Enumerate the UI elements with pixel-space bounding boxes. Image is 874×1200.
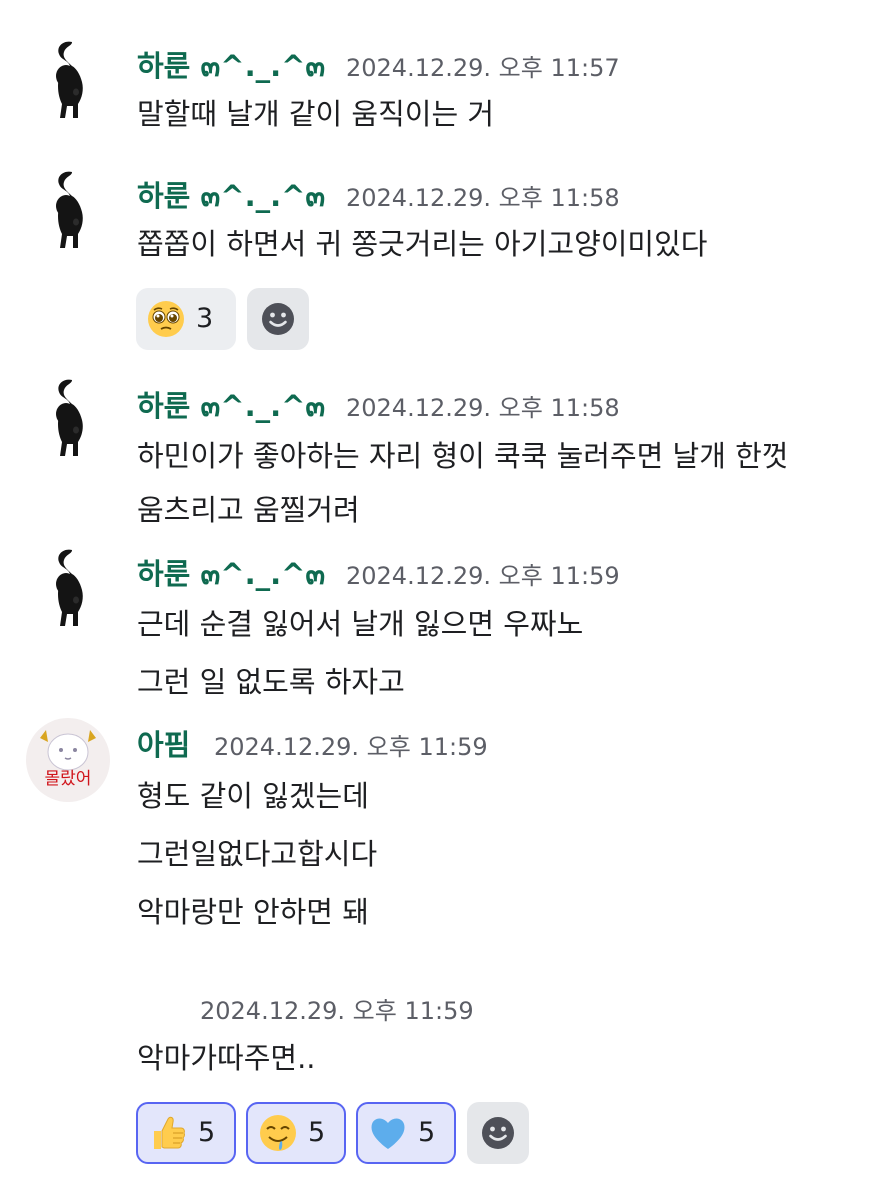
thumbs-up-icon bbox=[154, 1116, 185, 1149]
message-text: 근데 순결 잃어서 날개 잃으면 우짜노 bbox=[137, 607, 584, 641]
drooling-face-icon bbox=[260, 1115, 296, 1151]
message-timestamp: 2024.12.29. 오후 11:59 bbox=[214, 733, 488, 761]
message-timestamp: 2024.12.29. 오후 11:59 bbox=[200, 997, 474, 1025]
reaction-count: 5 bbox=[198, 1117, 216, 1148]
reaction-count: 3 bbox=[196, 303, 214, 334]
message-text: 하민이가 좋아하는 자리 형이 쿡쿡 눌러주면 날개 한껏 bbox=[137, 439, 789, 473]
author-name[interactable]: 하룬 ๓^._.^๓ bbox=[137, 556, 325, 592]
message-timestamp: 2024.12.29. 오후 11:58 bbox=[346, 184, 620, 212]
avatar[interactable] bbox=[26, 376, 110, 460]
message-timestamp: 2024.12.29. 오후 11:57 bbox=[346, 54, 620, 82]
reaction-drooling-face[interactable]: 5 bbox=[246, 1102, 346, 1164]
author-name[interactable]: 하룬 ๓^._.^๓ bbox=[137, 388, 325, 424]
message-text: 그런 일 없도록 하자고 bbox=[137, 665, 405, 699]
message-text: 쫍쫍이 하면서 귀 쫑긋거리는 아기고양이미있다 bbox=[137, 227, 708, 261]
reaction-count: 5 bbox=[418, 1117, 436, 1148]
add-reaction-button[interactable] bbox=[467, 1102, 529, 1164]
author-name[interactable]: 하룬 ๓^._.^๓ bbox=[137, 48, 325, 84]
black-cat-avatar-icon bbox=[56, 41, 83, 119]
pleading-face-icon bbox=[148, 301, 184, 337]
message-text: 악마랑만 안하면 돼 bbox=[137, 895, 369, 929]
reaction-count: 5 bbox=[308, 1117, 326, 1148]
black-cat-avatar-icon bbox=[56, 379, 83, 456]
message-text: 형도 같이 잃겠는데 bbox=[137, 779, 369, 813]
message-text: 움츠리고 움찔거려 bbox=[137, 493, 360, 527]
author-name[interactable]: 하룬 ๓^._.^๓ bbox=[137, 178, 325, 214]
author-name[interactable]: 아핌 bbox=[137, 727, 190, 763]
smiley-add-reaction-icon bbox=[262, 303, 294, 335]
black-cat-avatar-icon bbox=[56, 549, 83, 626]
avatar-caption: 몰랐어 bbox=[44, 769, 92, 789]
avatar[interactable] bbox=[26, 168, 110, 252]
message-timestamp: 2024.12.29. 오후 11:59 bbox=[346, 562, 620, 590]
avatar[interactable]: 몰랐어 bbox=[26, 718, 110, 802]
reaction-thumbs-up[interactable]: 5 bbox=[136, 1102, 236, 1164]
smiley-add-reaction-icon bbox=[482, 1117, 514, 1149]
message-text: 악마가따주면.. bbox=[137, 1041, 316, 1075]
add-reaction-button[interactable] bbox=[247, 288, 309, 350]
blue-heart-icon bbox=[371, 1118, 405, 1149]
avatar[interactable] bbox=[26, 38, 110, 122]
message-text: 말할때 날개 같이 움직이는 거 bbox=[137, 97, 495, 131]
avatar[interactable] bbox=[26, 546, 110, 630]
message-timestamp: 2024.12.29. 오후 11:58 bbox=[346, 394, 620, 422]
reaction-pleading-face[interactable]: 3 bbox=[136, 288, 236, 350]
reaction-blue-heart[interactable]: 5 bbox=[356, 1102, 456, 1164]
black-cat-avatar-icon bbox=[56, 171, 83, 248]
message-text: 그런일없다고합시다 bbox=[137, 837, 378, 871]
